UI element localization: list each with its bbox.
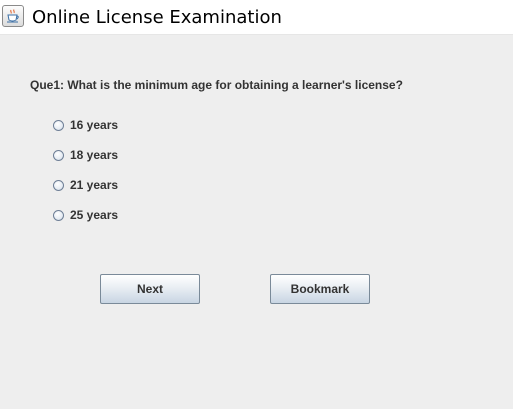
option-18-years[interactable]: 18 years: [53, 147, 118, 163]
next-button[interactable]: Next: [100, 274, 200, 304]
option-label: 25 years: [70, 208, 119, 222]
bookmark-button[interactable]: Bookmark: [270, 274, 370, 304]
option-25-years[interactable]: 25 years: [53, 207, 118, 223]
radio-button[interactable]: [53, 119, 64, 131]
question-text: Que1: What is the minimum age for obtain…: [30, 78, 403, 92]
option-21-years[interactable]: 21 years: [53, 177, 118, 193]
radio-button[interactable]: [53, 149, 64, 161]
window-title: Online License Examination: [32, 7, 282, 28]
option-label: 21 years: [70, 178, 119, 192]
option-16-years[interactable]: 16 years: [53, 117, 118, 133]
option-label: 18 years: [70, 148, 119, 162]
option-label: 16 years: [70, 118, 119, 132]
radio-button[interactable]: [53, 179, 64, 191]
java-cup-icon: [2, 5, 24, 27]
title-bar[interactable]: Online License Examination: [0, 0, 513, 35]
radio-button[interactable]: [53, 209, 64, 221]
